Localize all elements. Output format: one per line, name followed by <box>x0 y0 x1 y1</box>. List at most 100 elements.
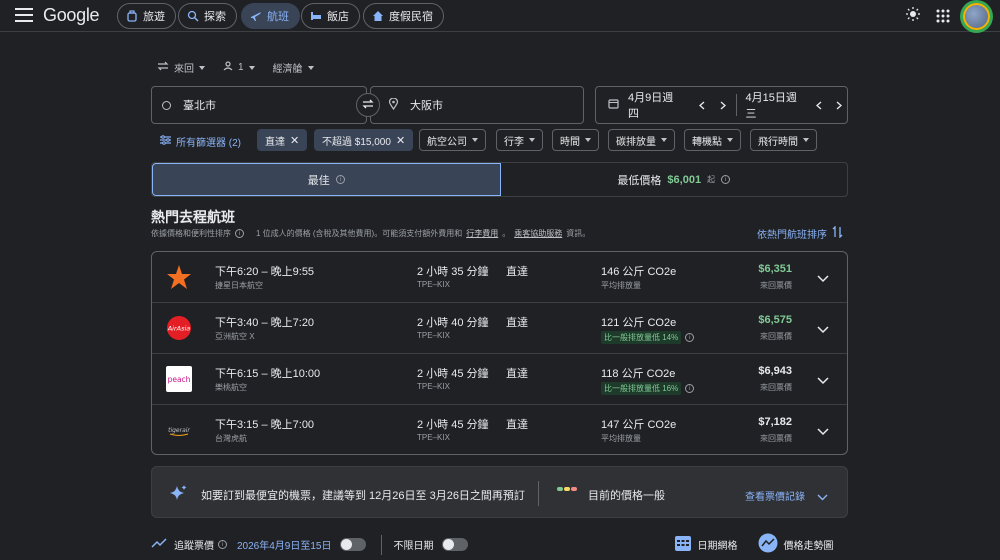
flight-times: 下午3:40 – 晚上7:20 <box>215 317 315 329</box>
price-graph-button[interactable]: 價格走勢圖 <box>758 533 834 556</box>
passenger-select[interactable]: 1 <box>223 60 255 75</box>
price-type: 來回票價 <box>760 281 792 290</box>
date-divider <box>735 94 737 116</box>
view-price-history-link[interactable]: 查看票價記錄 <box>745 488 805 503</box>
tigerair-logo-icon: tigerair <box>166 417 192 443</box>
track-prices-label: 追蹤票價 <box>174 541 214 552</box>
apps-icon[interactable] <box>936 9 950 28</box>
flight-row[interactable]: AirAsia 下午3:40 – 晚上7:20 亞洲航空 X 2 小時 40 分… <box>152 303 847 354</box>
passenger-assistance-link[interactable]: 乘客協助服務 <box>514 228 562 239</box>
swap-button[interactable] <box>356 93 380 117</box>
swap-arrows-icon <box>157 61 169 74</box>
filter-chip-airlines[interactable]: 航空公司 <box>419 129 486 151</box>
menu-icon[interactable] <box>15 8 33 24</box>
track-dates-toggle[interactable] <box>339 538 366 551</box>
filter-chip-connecting-airports[interactable]: 轉機點 <box>684 129 741 151</box>
passenger-count: 1 <box>238 62 244 73</box>
airline-name: 亞洲航空 X <box>215 332 255 341</box>
tab-best[interactable]: 最佳 i <box>152 163 501 196</box>
info-icon[interactable]: i <box>685 384 695 393</box>
tab-travel[interactable]: 旅遊 <box>117 3 176 29</box>
google-logo[interactable]: Google <box>43 5 100 26</box>
return-next-button[interactable] <box>832 97 848 113</box>
theme-icon[interactable] <box>905 6 921 27</box>
trip-type-select[interactable]: 來回 <box>157 60 205 75</box>
sort-by-button[interactable]: 依熱門航班排序 <box>757 225 843 241</box>
price-type: 來回票價 <box>760 383 792 392</box>
any-dates-toggle[interactable] <box>441 538 468 551</box>
tab-cheapest[interactable]: 最低價格 $6,001 起 i <box>501 163 848 196</box>
sort-by-label: 依熱門航班排序 <box>757 230 827 241</box>
date-field: 4月9日週四 4月15日週三 <box>595 86 848 124</box>
chevron-down-icon[interactable] <box>817 488 828 506</box>
cabin-select[interactable]: 經濟艙 <box>273 60 314 75</box>
depart-prev-button[interactable] <box>695 97 711 113</box>
sort-description: 依據價格和便利性排序 <box>151 229 231 238</box>
tab-label: 度假民宿 <box>389 11 433 23</box>
cheapest-price: $6,001 <box>667 173 702 186</box>
trend-icon <box>151 538 167 551</box>
tab-hotels[interactable]: 飯店 <box>301 3 360 29</box>
emissions-label: 平均排放量 <box>601 281 641 290</box>
tab-vacation-rentals[interactable]: 度假民宿 <box>363 3 444 29</box>
chevron-down-icon[interactable] <box>817 372 829 385</box>
destination-field[interactable]: 大阪市 <box>370 86 584 124</box>
filter-chip-times[interactable]: 時間 <box>552 129 599 151</box>
price-note: 1 位成人的價格 (含稅及其他費用)。可能須支付額外費用和 <box>256 229 463 238</box>
return-date[interactable]: 4月15日週三 <box>746 89 806 121</box>
info-icon[interactable]: i <box>235 229 244 238</box>
svg-text:tigerair: tigerair <box>168 427 190 434</box>
depart-date[interactable]: 4月9日週四 <box>628 89 683 121</box>
flight-stops: 直達 <box>506 368 528 380</box>
tab-explore[interactable]: 探索 <box>178 3 237 29</box>
date-grid-button[interactable]: 日期網格 <box>674 534 738 555</box>
airline-name: 台灣虎航 <box>215 434 247 443</box>
filter-chip-duration[interactable]: 飛行時間 <box>750 129 817 151</box>
flight-duration: 2 小時 40 分鐘 <box>417 317 489 329</box>
date-grid-label: 日期網格 <box>697 541 738 552</box>
flight-row[interactable]: peach 下午6:15 – 晚上10:00 樂桃航空 2 小時 45 分鐘 T… <box>152 354 847 405</box>
info-icon[interactable]: i <box>218 540 227 549</box>
close-icon[interactable]: ✕ <box>290 134 299 147</box>
return-prev-button[interactable] <box>811 97 827 113</box>
flight-route: TPE–KIX <box>417 433 450 442</box>
svg-text:peach: peach <box>168 375 191 384</box>
co2-value: 121 公斤 CO2e <box>601 317 677 329</box>
tab-flights[interactable]: 航班 <box>241 3 300 29</box>
flight-row[interactable]: 下午6:20 – 晚上9:55 捷星日本航空 2 小時 35 分鐘 TPE–KI… <box>152 252 847 303</box>
flight-duration: 2 小時 35 分鐘 <box>417 266 489 278</box>
bag-fees-link[interactable]: 行李費用 <box>466 228 498 239</box>
all-filters-button[interactable]: 所有篩選器 (2) <box>160 134 241 149</box>
divider <box>538 481 539 506</box>
flight-stops: 直達 <box>506 419 528 431</box>
chevron-down-icon[interactable] <box>817 321 829 334</box>
chevron-down-icon[interactable] <box>817 423 829 436</box>
results-list: 下午6:20 – 晚上9:55 捷星日本航空 2 小時 35 分鐘 TPE–KI… <box>151 251 848 455</box>
any-dates-label: 不限日期 <box>393 541 434 552</box>
separator: 。 <box>502 229 511 238</box>
chevron-down-icon <box>803 138 809 142</box>
flight-row[interactable]: tigerair 下午3:15 – 晚上7:00 台灣虎航 2 小時 45 分鐘… <box>152 405 847 456</box>
price-note-end: 資訊。 <box>566 229 591 238</box>
chevron-down-icon <box>472 138 478 142</box>
origin-field[interactable]: 臺北市 <box>151 86 367 124</box>
filter-chip-price[interactable]: 不超過 $15,000 ✕ <box>314 129 414 151</box>
avatar[interactable] <box>963 3 990 30</box>
section-subtitle: 依據價格和便利性排序 i 1 位成人的價格 (含稅及其他費用)。可能須支付額外費… <box>151 228 590 239</box>
trip-options: 來回 1 經濟艙 <box>157 60 314 75</box>
info-icon[interactable]: i <box>335 175 345 184</box>
filter-chip-bags[interactable]: 行李 <box>496 129 543 151</box>
close-icon[interactable]: ✕ <box>396 134 405 147</box>
chevron-down-icon[interactable] <box>817 270 829 283</box>
co2-value: 146 公斤 CO2e <box>601 266 677 278</box>
depart-next-button[interactable] <box>715 97 731 113</box>
info-icon[interactable]: i <box>685 333 695 342</box>
filter-chip-emissions[interactable]: 碳排放量 <box>608 129 675 151</box>
filter-chip-nonstop[interactable]: 直達 ✕ <box>257 129 308 151</box>
info-icon[interactable]: i <box>721 175 731 184</box>
cabin-value: 經濟艙 <box>272 64 303 75</box>
flight-route: TPE–KIX <box>417 331 450 340</box>
flight-stops: 直達 <box>506 266 528 278</box>
chevron-down-icon <box>585 138 591 142</box>
chip-label: 碳排放量 <box>616 136 656 148</box>
